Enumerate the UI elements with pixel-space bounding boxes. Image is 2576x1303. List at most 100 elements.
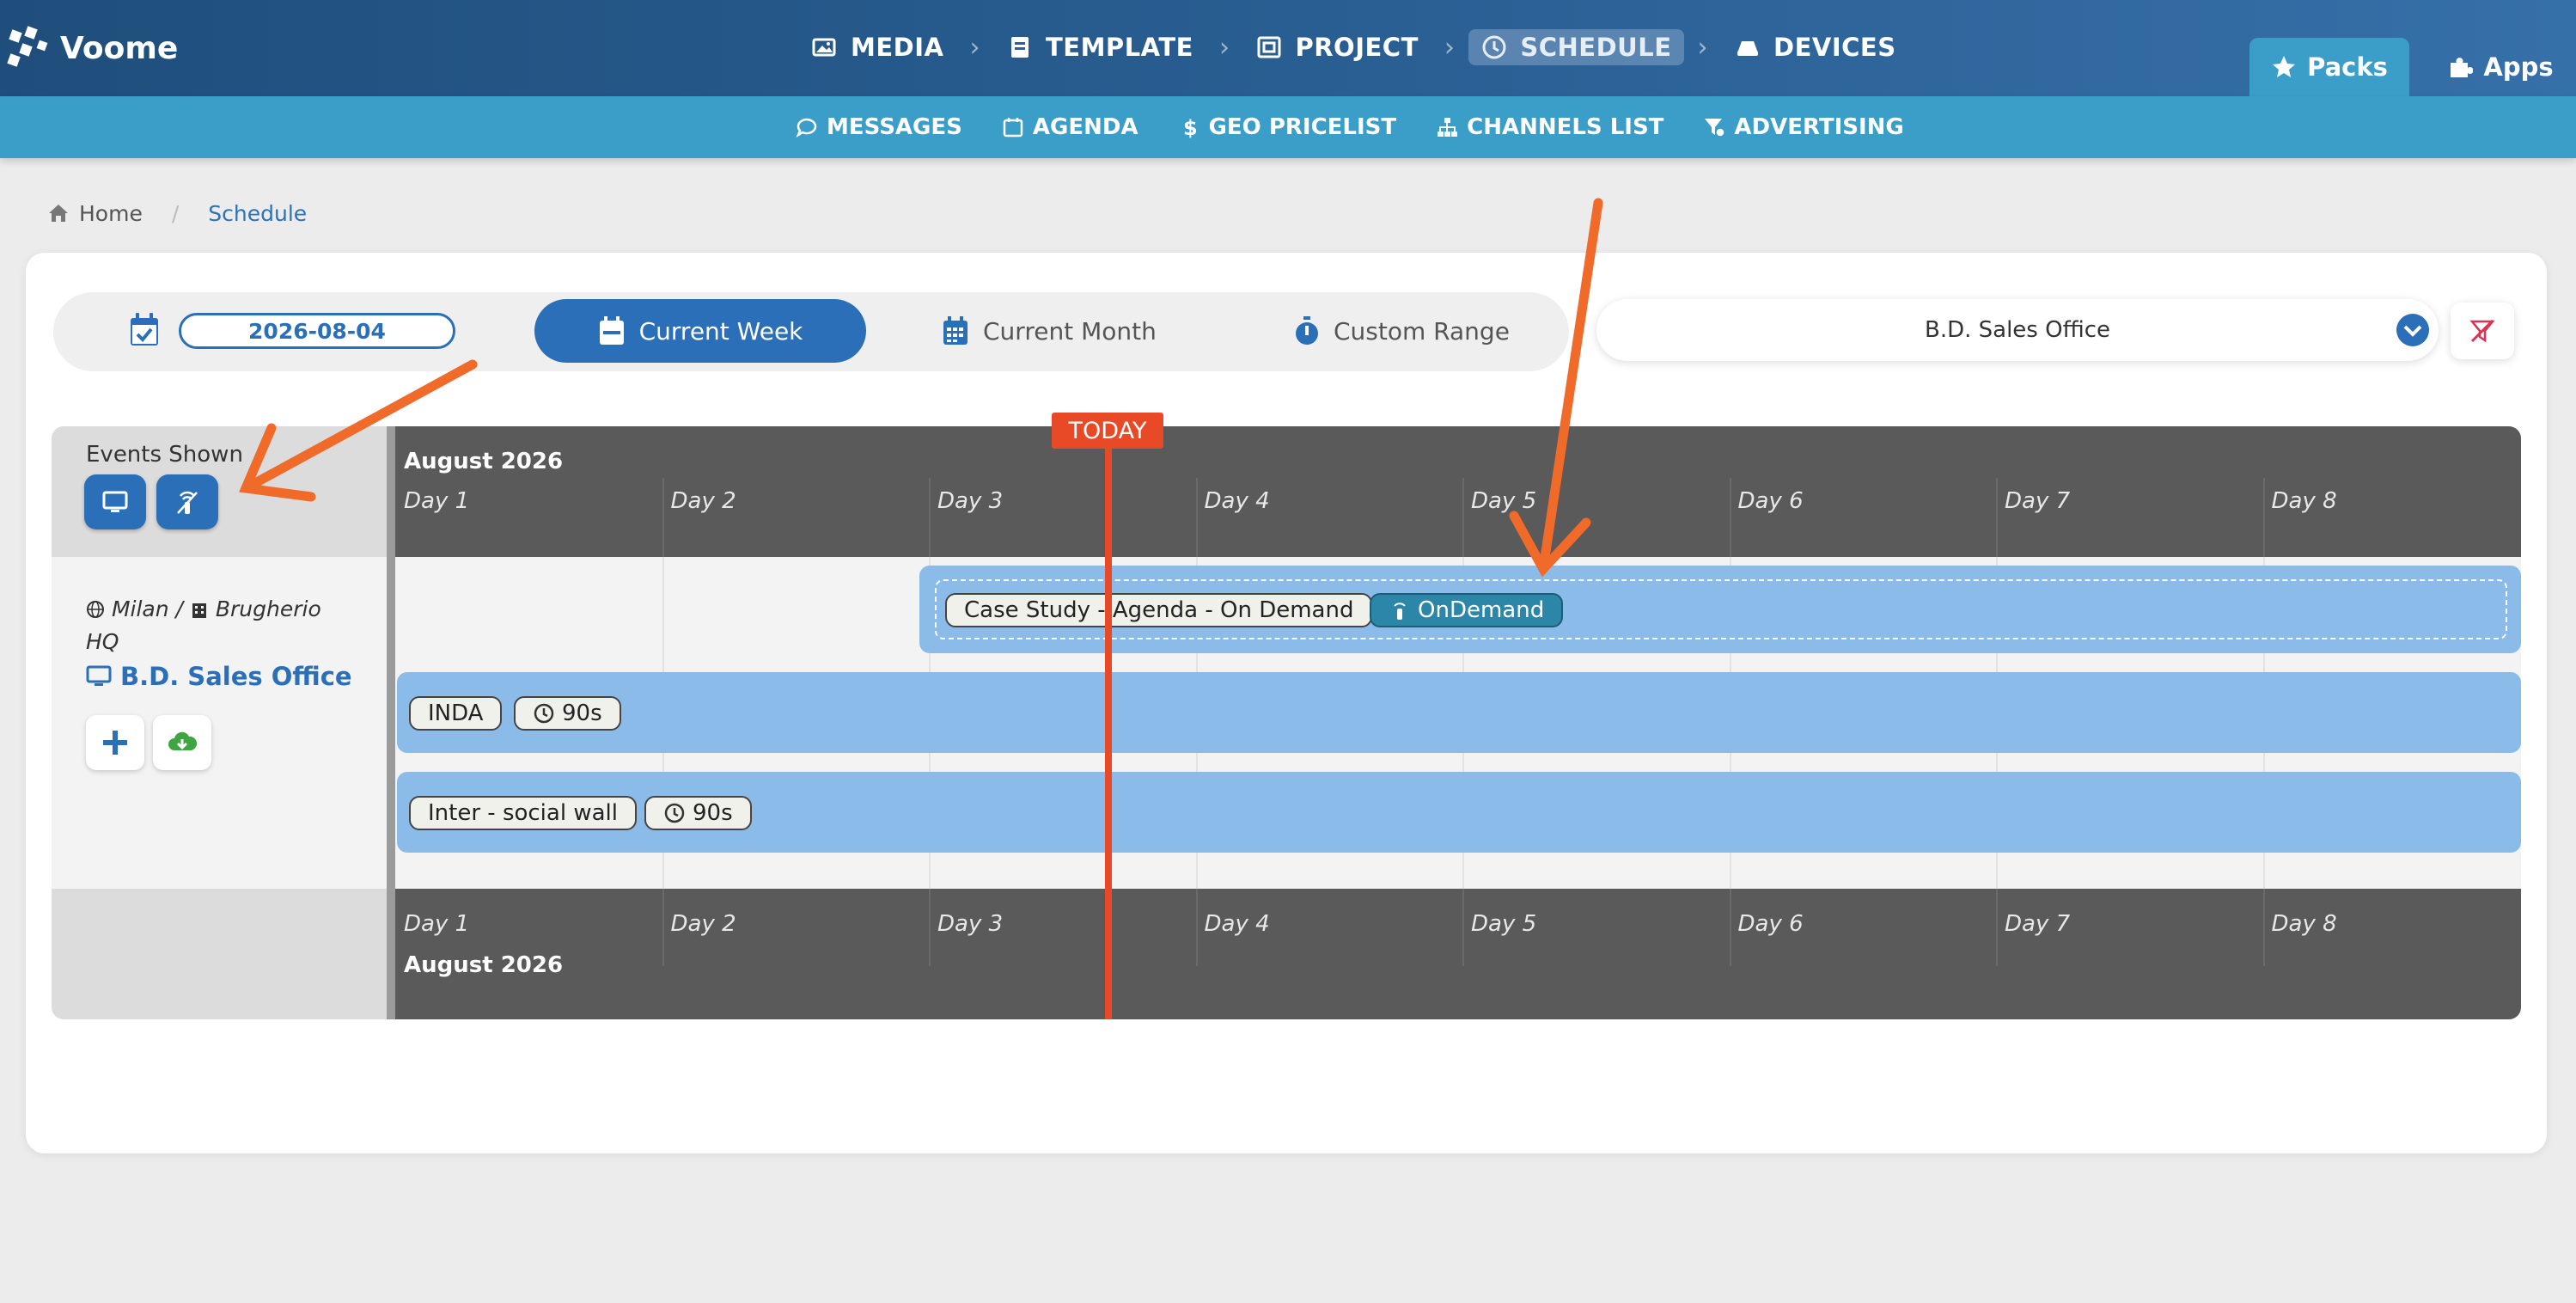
event-chip-ondemand-label: OnDemand xyxy=(1418,597,1545,623)
today-marker-line xyxy=(1105,430,1112,1019)
cloud-download-button[interactable] xyxy=(153,715,211,770)
show-screen-events-button[interactable] xyxy=(84,474,146,529)
day-gridline-dark xyxy=(2262,478,2265,557)
current-month-button[interactable]: Current Month xyxy=(942,299,1157,363)
filter-dollar-icon xyxy=(1705,119,1726,138)
custom-range-button[interactable]: Custom Range xyxy=(1294,299,1510,363)
nav-devices[interactable]: DEVICES xyxy=(1722,29,1908,65)
breadcrumb-current: Schedule xyxy=(208,200,308,226)
tab-packs[interactable]: Packs xyxy=(2249,38,2409,96)
event-chip-duration: 90s xyxy=(644,796,752,830)
subnav-agenda[interactable]: AGENDA xyxy=(1002,114,1138,140)
sitemap-icon xyxy=(1438,118,1458,137)
clock-icon xyxy=(1482,35,1506,59)
device-name-link[interactable]: B.D. Sales Office xyxy=(86,662,352,691)
day-header-label: Day 5 xyxy=(1471,488,1537,514)
nav-media[interactable]: MEDIA xyxy=(799,29,955,65)
timeline-footer xyxy=(395,889,2521,1019)
subnav-agenda-label: AGENDA xyxy=(1032,114,1138,140)
custom-range-label: Custom Range xyxy=(1334,316,1510,346)
clock-icon xyxy=(664,803,685,823)
chevron-down-icon[interactable] xyxy=(2396,313,2430,347)
subnav-advertising[interactable]: ADVERTISING xyxy=(1703,114,1904,140)
sub-navbar: MESSAGES AGENDA $ GEO PRICELIST CHANNELS… xyxy=(0,96,2576,158)
event-chip-duration: 90s xyxy=(514,696,621,731)
day-gridline-dark xyxy=(1996,889,1998,966)
nav-project[interactable]: PROJECT xyxy=(1243,29,1430,65)
project-icon xyxy=(1257,36,1281,58)
chat-icon xyxy=(796,118,817,138)
monitor-icon xyxy=(86,665,112,686)
top-navbar: Voome MEDIA › TEMPLATE › PROJECT › SCHED… xyxy=(0,0,2576,96)
filter-clear-icon xyxy=(2469,319,2495,343)
calendar-check-icon[interactable] xyxy=(127,311,162,349)
svg-text:$: $ xyxy=(1183,116,1198,138)
subnav-channels-list-label: CHANNELS LIST xyxy=(1467,114,1664,140)
touch-remote-icon xyxy=(177,491,198,514)
day-footer-label: Day 6 xyxy=(1737,911,1804,937)
nav-media-label: MEDIA xyxy=(851,33,944,62)
clear-filter-button[interactable] xyxy=(2451,303,2514,359)
breadcrumb-home-label: Home xyxy=(79,200,143,226)
clock-icon xyxy=(534,703,554,724)
device-select[interactable]: B.D. Sales Office xyxy=(1596,299,2439,361)
day-gridline-dark xyxy=(929,478,931,557)
globe-icon xyxy=(87,601,104,618)
devices-icon xyxy=(1737,41,1759,56)
day-gridline-dark xyxy=(1729,478,1731,557)
day-gridline-dark xyxy=(1729,889,1731,966)
subnav-geo-pricelist-label: GEO PRICELIST xyxy=(1208,114,1397,140)
current-week-label: Current Week xyxy=(638,316,803,346)
day-header-label: Day 1 xyxy=(404,488,470,514)
subnav-channels-list[interactable]: CHANNELS LIST xyxy=(1436,114,1663,140)
calendar-icon xyxy=(1003,118,1023,138)
events-shown-label: Events Shown xyxy=(86,442,243,468)
tab-apps-label: Apps xyxy=(2483,52,2554,82)
main-nav: MEDIA › TEMPLATE › PROJECT › SCHEDULE › … xyxy=(799,28,1908,67)
day-gridline-dark xyxy=(662,478,664,557)
nav-project-label: PROJECT xyxy=(1295,33,1419,62)
dollar-icon: $ xyxy=(1183,116,1198,138)
logo-icon xyxy=(7,26,48,67)
nav-separator: › xyxy=(1697,32,1709,63)
current-week-button[interactable]: Current Week xyxy=(534,299,866,363)
sub-nav: MESSAGES AGENDA $ GEO PRICELIST CHANNELS… xyxy=(796,96,1904,158)
template-icon xyxy=(1010,37,1029,58)
event-chip-title[interactable]: Inter - social wall xyxy=(409,796,637,830)
nav-template-label: TEMPLATE xyxy=(1045,33,1193,62)
timeline-divider[interactable] xyxy=(387,426,395,1019)
monitor-icon xyxy=(102,491,128,512)
day-footer-label: Day 5 xyxy=(1471,911,1537,937)
show-ondemand-events-button[interactable] xyxy=(156,474,218,529)
day-footer-label: Day 1 xyxy=(404,911,470,937)
date-picker-input[interactable]: 2026-08-04 xyxy=(179,313,455,349)
calendar-week-icon xyxy=(599,316,624,345)
stopwatch-icon xyxy=(1296,316,1318,345)
timeline-footer-left xyxy=(52,889,388,1019)
breadcrumb: Home / Schedule xyxy=(46,198,307,229)
cloud-download-icon xyxy=(168,731,198,750)
day-gridline-dark xyxy=(929,889,931,966)
device-location: Milan / Brugherio HQ xyxy=(86,593,344,658)
breadcrumb-home[interactable]: Home xyxy=(46,201,143,226)
subnav-messages[interactable]: MESSAGES xyxy=(796,114,962,140)
event-row-inda[interactable] xyxy=(397,672,2521,753)
subnav-messages-label: MESSAGES xyxy=(827,114,962,140)
app-logo[interactable]: Voome xyxy=(7,26,178,70)
add-event-button[interactable] xyxy=(86,715,144,770)
event-chip-ondemand[interactable]: OnDemand xyxy=(1370,593,1564,627)
event-chip-title[interactable]: INDA xyxy=(409,696,503,731)
nav-separator: › xyxy=(1218,32,1230,63)
nav-schedule[interactable]: SCHEDULE xyxy=(1468,29,1684,65)
plus-icon xyxy=(103,731,127,755)
event-chip-title[interactable]: Case Study - Agenda - On Demand xyxy=(945,593,1373,627)
nav-template[interactable]: TEMPLATE xyxy=(994,29,1206,65)
day-gridline-dark xyxy=(662,889,664,966)
star-icon xyxy=(2273,56,2296,77)
tab-packs-label: Packs xyxy=(2307,52,2388,82)
logo-text: Voome xyxy=(60,30,179,66)
subnav-geo-pricelist[interactable]: $ GEO PRICELIST xyxy=(1178,114,1397,140)
location-city: Milan / xyxy=(111,596,183,621)
tab-apps[interactable]: Apps xyxy=(2432,38,2569,96)
day-gridline-dark xyxy=(1462,478,1464,557)
